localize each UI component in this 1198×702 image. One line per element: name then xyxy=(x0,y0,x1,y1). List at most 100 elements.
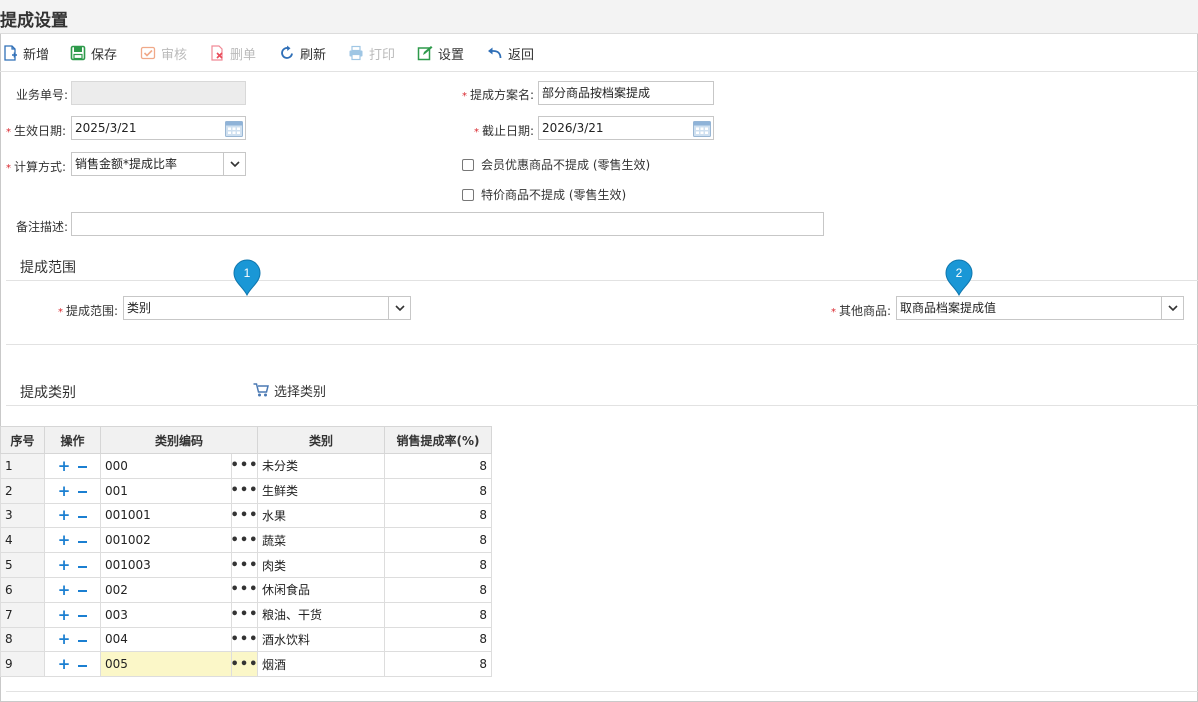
row-code: 003 xyxy=(105,607,128,622)
table-row[interactable]: 9 +005 ••• 烟酒 8 xyxy=(0,651,492,678)
table-row[interactable]: 2 +001 ••• 生鲜类 8 xyxy=(0,477,492,504)
other-goods-select[interactable]: 取商品档案提成值 xyxy=(896,296,1184,320)
add-row-icon[interactable]: + xyxy=(58,506,71,524)
checkbox-box[interactable] xyxy=(462,158,474,171)
table-row[interactable]: 7 +003 ••• 粮油、干货 8 xyxy=(0,601,492,628)
select-category-button[interactable]: 选择类别 xyxy=(253,379,326,401)
row-rate[interactable]: 8 xyxy=(384,651,492,678)
print-button[interactable]: 打印 xyxy=(348,42,395,64)
new-button[interactable]: 新增 xyxy=(2,42,49,64)
row-rate[interactable]: 8 xyxy=(384,453,492,479)
refresh-button[interactable]: 刷新 xyxy=(279,42,326,64)
row-code-cell[interactable]: 001001 ••• xyxy=(100,502,258,529)
row-rate[interactable]: 8 xyxy=(384,601,492,628)
chevron-down-icon[interactable] xyxy=(223,153,245,175)
more-icon[interactable]: ••• xyxy=(231,503,257,528)
calendar-icon[interactable] xyxy=(225,120,243,137)
remove-row-icon[interactable] xyxy=(78,491,88,494)
settings-button[interactable]: 设置 xyxy=(417,42,464,64)
scheme-name-input[interactable]: 部分商品按档案提成 xyxy=(538,81,714,105)
member-discount-checkbox[interactable]: 会员优惠商品不提成 (零售生效) xyxy=(462,156,650,173)
remark-label: 备注描述: xyxy=(16,220,69,234)
more-icon[interactable]: ••• xyxy=(231,478,257,503)
add-row-icon[interactable]: + xyxy=(58,457,71,475)
remove-row-icon[interactable] xyxy=(78,590,88,593)
row-rate[interactable]: 8 xyxy=(384,626,492,653)
add-row-icon[interactable]: + xyxy=(58,482,71,500)
row-code-cell[interactable]: 002 ••• xyxy=(100,576,258,603)
title-bar: 提成设置 xyxy=(0,0,1198,34)
end-date-input[interactable]: 2026/3/21 xyxy=(538,116,714,140)
remove-row-icon[interactable] xyxy=(78,615,88,618)
remove-row-icon[interactable] xyxy=(78,565,88,568)
more-icon[interactable]: ••• xyxy=(231,553,257,577)
row-ops: + xyxy=(44,601,101,628)
row-code: 001002 xyxy=(105,533,151,548)
chevron-down-icon[interactable] xyxy=(1161,297,1183,319)
category-grid: 序号 操作 类别编码 类别 销售提成率(%) 1 +000 ••• 未分类 8 2 +001… xyxy=(0,426,492,678)
checkbox-box[interactable] xyxy=(462,188,474,201)
more-icon[interactable]: ••• xyxy=(231,627,257,652)
more-icon[interactable]: ••• xyxy=(231,454,257,478)
remove-row-icon[interactable] xyxy=(78,639,88,642)
row-seq: 6 xyxy=(0,576,45,603)
row-category: 休闲食品 xyxy=(257,576,385,603)
row-code-cell[interactable]: 003 ••• xyxy=(100,601,258,628)
table-row[interactable]: 4 +001002 ••• 蔬菜 8 xyxy=(0,527,492,554)
row-code: 001 xyxy=(105,483,128,498)
row-ops: + xyxy=(44,477,101,504)
chevron-down-icon[interactable] xyxy=(388,297,410,319)
add-row-icon[interactable]: + xyxy=(58,531,71,549)
end-date-value: 2026/3/21 xyxy=(542,121,604,135)
row-rate[interactable]: 8 xyxy=(384,552,492,578)
row-code: 002 xyxy=(105,582,128,597)
row-code-cell[interactable]: 001002 ••• xyxy=(100,527,258,554)
table-row[interactable]: 5 +001003 ••• 肉类 8 xyxy=(0,552,492,578)
remove-row-icon[interactable] xyxy=(78,515,88,518)
table-row[interactable]: 6 +002 ••• 休闲食品 8 xyxy=(0,576,492,603)
row-seq: 8 xyxy=(0,626,45,653)
row-code-cell[interactable]: 004 ••• xyxy=(100,626,258,653)
save-button[interactable]: 保存 xyxy=(70,42,117,64)
doc-no-input[interactable] xyxy=(71,81,246,105)
row-code-cell[interactable]: 005 ••• xyxy=(100,651,258,678)
add-row-icon[interactable]: + xyxy=(58,655,71,673)
row-ops: + xyxy=(44,576,101,603)
column-header-seq: 序号 xyxy=(0,426,45,454)
audit-button[interactable]: 审核 xyxy=(140,42,187,64)
row-seq: 7 xyxy=(0,601,45,628)
remove-row-icon[interactable] xyxy=(78,540,88,543)
column-header-rate: 销售提成率(%) xyxy=(384,426,492,454)
more-icon[interactable]: ••• xyxy=(231,528,257,553)
table-row[interactable]: 1 +000 ••• 未分类 8 xyxy=(0,453,492,479)
remark-input[interactable] xyxy=(71,212,824,236)
add-row-icon[interactable]: + xyxy=(58,556,71,574)
effective-date-input[interactable]: 2025/3/21 xyxy=(71,116,246,140)
more-icon[interactable]: ••• xyxy=(231,602,257,627)
row-code-cell[interactable]: 000 ••• xyxy=(100,453,258,479)
delete-button[interactable]: 删单 xyxy=(209,42,256,64)
range-select[interactable]: 类别 xyxy=(123,296,411,320)
table-row[interactable]: 8 +004 ••• 酒水饮料 8 xyxy=(0,626,492,653)
remove-row-icon[interactable] xyxy=(78,466,88,469)
more-icon[interactable]: ••• xyxy=(231,577,257,602)
row-seq: 3 xyxy=(0,502,45,529)
add-row-icon[interactable]: + xyxy=(58,606,71,624)
back-button[interactable]: 返回 xyxy=(487,42,534,64)
row-rate[interactable]: 8 xyxy=(384,576,492,603)
divider xyxy=(6,280,1198,281)
row-code: 004 xyxy=(105,632,128,647)
add-row-icon[interactable]: + xyxy=(58,630,71,648)
row-code-cell[interactable]: 001 ••• xyxy=(100,477,258,504)
row-rate[interactable]: 8 xyxy=(384,477,492,504)
remove-row-icon[interactable] xyxy=(78,664,88,667)
row-code-cell[interactable]: 001003 ••• xyxy=(100,552,258,578)
row-rate[interactable]: 8 xyxy=(384,527,492,554)
row-rate[interactable]: 8 xyxy=(384,502,492,529)
more-icon[interactable]: ••• xyxy=(231,652,257,677)
add-row-icon[interactable]: + xyxy=(58,581,71,599)
special-price-checkbox[interactable]: 特价商品不提成 (零售生效) xyxy=(462,186,626,203)
table-row[interactable]: 3 +001001 ••• 水果 8 xyxy=(0,502,492,529)
calendar-icon[interactable] xyxy=(693,120,711,137)
calc-method-select[interactable]: 销售金额*提成比率 xyxy=(71,152,246,176)
